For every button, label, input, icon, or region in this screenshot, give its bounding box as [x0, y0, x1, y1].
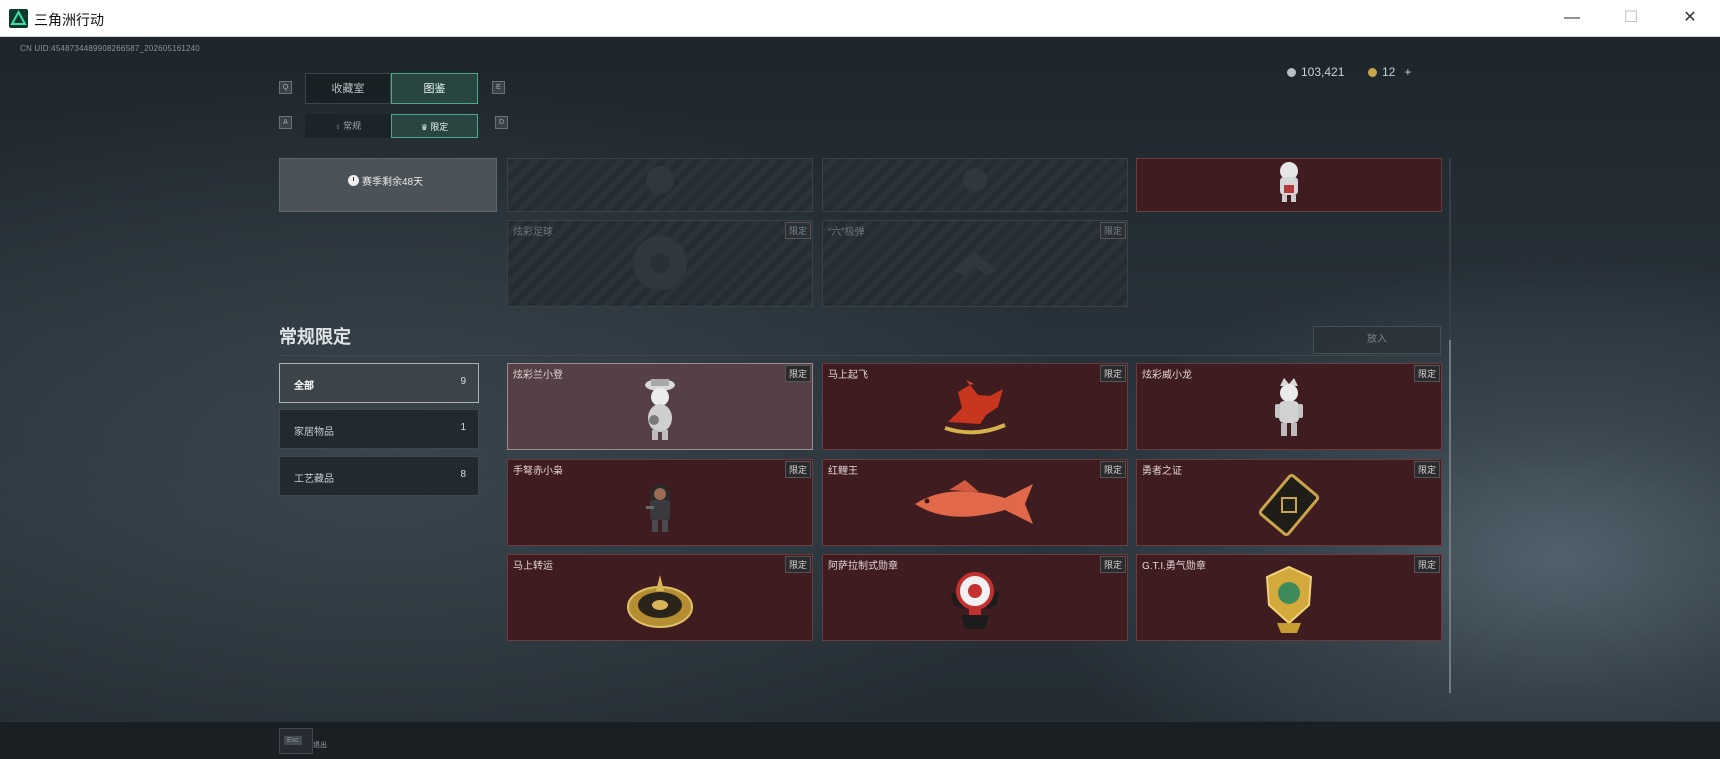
exit-button[interactable]: Esc 退出: [279, 728, 327, 754]
limited-badge: 限定: [1413, 365, 1440, 382]
wheel-icon: [627, 575, 693, 628]
bottom-bar: Esc 退出: [0, 721, 1720, 759]
limited-badge: 限定: [784, 556, 811, 573]
collection-item-locked[interactable]: “六”极弹 限定: [822, 220, 1128, 307]
section-title: 常规限定: [279, 327, 351, 347]
subtab-regular-label: 常规: [343, 121, 362, 131]
category-crafts[interactable]: 工艺藏品 8: [279, 456, 479, 496]
category-all[interactable]: 全部 9: [279, 363, 479, 403]
app-logo-icon: [9, 9, 28, 28]
collection-item-locked[interactable]: 炫彩足球 限定: [507, 220, 813, 307]
item-name: 阿萨拉制式勋章: [828, 561, 898, 572]
season-panel: 赛季剩余48天: [279, 158, 497, 212]
category-label: 全部: [294, 381, 314, 392]
collection-item[interactable]: 炫彩兰小登 限定: [507, 363, 813, 450]
limited-badge: 限定: [1413, 556, 1440, 573]
subtab-limited-label: 限定: [430, 122, 449, 132]
collection-item[interactable]: 手弩赤小枭 限定: [507, 459, 813, 546]
shield-medal-icon: [1265, 565, 1313, 633]
scrollbar-thumb[interactable]: [1449, 340, 1451, 693]
subtab-next-key[interactable]: D: [495, 116, 508, 129]
figurine-silhouette-icon: [963, 168, 987, 192]
collection-item[interactable]: [1136, 158, 1442, 212]
season-remaining-label: 赛季剩余48天: [362, 177, 424, 188]
coin-balance: 103,421: [1287, 65, 1344, 79]
fish-icon: [915, 480, 1033, 524]
limited-badge: 限定: [784, 222, 811, 239]
figurine-silhouette-icon: [646, 166, 674, 194]
item-name: 炫彩兰小登: [513, 370, 563, 381]
tab-prev-key[interactable]: Q: [279, 81, 292, 94]
item-name: 马上起飞: [828, 370, 868, 381]
limited-badge: 限定: [784, 461, 811, 478]
place-button[interactable]: 放入: [1313, 326, 1441, 354]
clock-icon: [348, 175, 359, 186]
limited-badge: 限定: [1413, 461, 1440, 478]
horse-icon: [944, 380, 1006, 435]
football-silhouette-icon: [633, 236, 687, 290]
collection-screen: CN UID:4548734489908266587_202605161240 …: [0, 37, 1720, 721]
tab-collection-room[interactable]: 收藏室: [305, 73, 391, 104]
exit-label: 退出: [313, 742, 327, 749]
subtab-regular[interactable]: ♁ 常规: [305, 114, 391, 138]
item-name: 炫彩足球: [513, 227, 553, 238]
hooded-figure-icon: [646, 484, 670, 532]
ticket-amount: 12: [1382, 65, 1396, 79]
section-divider: [279, 355, 1441, 356]
limited-badge: 限定: [1099, 461, 1126, 478]
minimize-button[interactable]: —: [1558, 6, 1586, 30]
missile-silhouette-icon: [953, 251, 997, 275]
collection-item-locked[interactable]: [822, 158, 1128, 212]
card-icon: [1258, 474, 1320, 536]
maximize-button[interactable]: ☐: [1617, 6, 1645, 30]
flame-icon: ♁: [334, 122, 344, 131]
item-name: 马上转运: [513, 561, 553, 572]
figurine-icon: [645, 379, 675, 440]
category-label: 家居物品: [294, 427, 334, 438]
collection-item[interactable]: 勇者之证 限定: [1136, 459, 1442, 546]
subtab-limited[interactable]: ♛ 限定: [391, 114, 478, 138]
tab-next-key[interactable]: E: [492, 81, 505, 94]
collection-item[interactable]: 阿萨拉制式勋章 限定: [822, 554, 1128, 641]
window-titlebar: 三角洲行动 — ☐ ✕: [0, 0, 1720, 37]
collection-item[interactable]: 马上转运 限定: [507, 554, 813, 641]
coin-icon: [1287, 67, 1296, 77]
item-name: “六”极弹: [828, 227, 865, 238]
esc-key-hint: Esc: [284, 736, 302, 745]
collection-item[interactable]: G.T.I.勇气勋章 限定: [1136, 554, 1442, 641]
add-ticket-button[interactable]: +: [1404, 65, 1411, 79]
wing-medal-icon: [951, 572, 999, 629]
category-home-items[interactable]: 家居物品 1: [279, 409, 479, 449]
coin-amount: 103,421: [1301, 65, 1345, 79]
item-name: 勇者之证: [1142, 466, 1182, 477]
collection-item[interactable]: 马上起飞 限定: [822, 363, 1128, 450]
category-label: 工艺藏品: [294, 474, 334, 485]
limited-badge: 限定: [1099, 365, 1126, 382]
item-name: 炫彩威小龙: [1142, 370, 1192, 381]
category-count: 8: [460, 469, 466, 480]
limited-badge: 限定: [1099, 556, 1126, 573]
limited-badge: 限定: [784, 365, 811, 382]
dragon-figurine-icon: [1275, 378, 1303, 436]
season-remaining: 赛季剩余48天: [348, 173, 423, 188]
limited-badge: 限定: [1099, 222, 1126, 239]
window-title: 三角洲行动: [34, 12, 104, 28]
figurine-icon: [1280, 162, 1298, 202]
tab-catalog[interactable]: 图鉴: [391, 73, 478, 104]
ticket-coin-icon: [1368, 67, 1377, 77]
item-name: 红鲤王: [828, 466, 858, 477]
close-button[interactable]: ✕: [1676, 6, 1704, 30]
uid-label: CN UID:4548734489908266587_202605161240: [20, 44, 200, 53]
crown-icon: ♛: [420, 123, 431, 132]
category-count: 1: [460, 422, 466, 433]
collection-item[interactable]: 炫彩威小龙 限定: [1136, 363, 1442, 450]
subtab-prev-key[interactable]: A: [279, 116, 292, 129]
item-name: 手弩赤小枭: [513, 466, 563, 477]
collection-item[interactable]: 红鲤王 限定: [822, 459, 1128, 546]
collection-item-locked[interactable]: [507, 158, 813, 212]
category-count: 9: [460, 376, 466, 387]
ticket-balance: 12 +: [1368, 65, 1411, 79]
item-name: G.T.I.勇气勋章: [1142, 561, 1206, 572]
